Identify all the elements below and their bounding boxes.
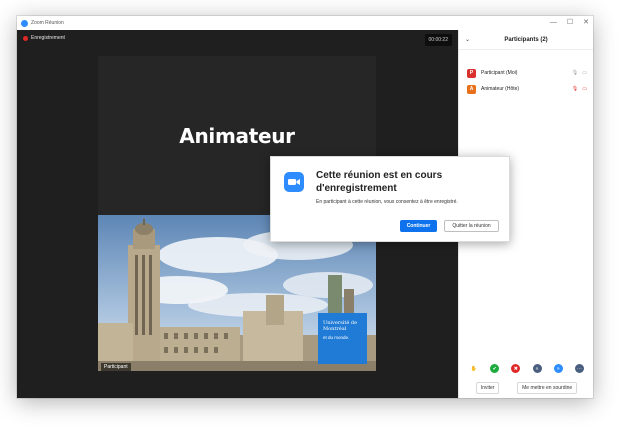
video-camera-off-icon: ▭ — [582, 86, 587, 92]
title-bar: Zoom Réunion — ☐ ✕ — [17, 16, 593, 30]
chevron-down-icon[interactable]: ⌄ — [465, 36, 470, 43]
recording-consent-dialog: Cette réunion est en cours d'enregistrem… — [270, 156, 510, 242]
slide-title: Animateur — [179, 123, 295, 148]
microphone-icon: 🎙 — [571, 70, 579, 76]
continue-button[interactable]: Continuer — [400, 220, 437, 232]
reaction-bar: ✋ ✔ ✖ « » ⋯ — [459, 364, 593, 373]
meeting-timer: 00:00:22 — [424, 34, 452, 46]
mute-me-button[interactable]: Me mettre en sourdine — [517, 382, 578, 394]
close-button[interactable]: ✕ — [583, 18, 589, 28]
maximize-button[interactable]: ☐ — [567, 18, 573, 28]
go-faster-icon[interactable]: » — [553, 364, 563, 373]
go-slower-icon[interactable]: « — [532, 364, 542, 373]
recording-indicator[interactable]: Enregistrement — [23, 35, 65, 41]
video-camera-icon: ▭ — [582, 70, 587, 76]
dialog-body: En participant à cette réunion, vous con… — [316, 199, 458, 205]
udem-logo: Université de Montréal et du monde. — [318, 313, 367, 364]
avatar: A — [467, 84, 476, 94]
participant-row[interactable]: P Participant (Moi) 🎙 ▭ — [467, 67, 587, 79]
participant-status: 🎙 ▭ — [572, 70, 587, 76]
no-icon[interactable]: ✖ — [511, 364, 521, 373]
participant-name: Participant (Moi) — [481, 70, 518, 76]
zoom-app-icon — [21, 19, 28, 27]
recording-label: Enregistrement — [31, 35, 65, 41]
participant-name: Animateur (Hôte) — [481, 86, 520, 92]
participant-row[interactable]: A Animateur (Hôte) 🎙 ▭ — [467, 83, 587, 95]
raise-hand-icon[interactable]: ✋ — [469, 364, 479, 373]
microphone-muted-icon: 🎙 — [571, 86, 579, 92]
udem-logo-tagline: et du monde. — [323, 335, 350, 340]
more-icon[interactable]: ⋯ — [574, 364, 584, 373]
participant-name-tag: Participant — [101, 363, 131, 371]
invite-button[interactable]: Inviter — [475, 382, 500, 394]
window-title: Zoom Réunion — [31, 20, 64, 26]
window-controls: — ☐ ✕ — [550, 18, 589, 28]
leave-meeting-button[interactable]: Quitter la réunion — [444, 220, 499, 232]
panel-footer: Inviter Me mettre en sourdine — [459, 382, 593, 394]
zoom-window: Zoom Réunion — ☐ ✕ Enregistrement 00:00:… — [17, 16, 593, 398]
minimize-button[interactable]: — — [550, 18, 557, 28]
zoom-video-icon — [284, 172, 304, 192]
record-icon — [23, 35, 28, 41]
yes-icon[interactable]: ✔ — [490, 364, 500, 373]
panel-header: ⌄ Participants (2) — [459, 30, 593, 50]
panel-title: Participants (2) — [504, 36, 548, 43]
avatar: P — [467, 68, 476, 78]
udem-logo-name: Université de Montréal — [323, 320, 358, 332]
dialog-title: Cette réunion est en cours d'enregistrem… — [316, 170, 443, 194]
participant-status: 🎙 ▭ — [572, 86, 587, 92]
